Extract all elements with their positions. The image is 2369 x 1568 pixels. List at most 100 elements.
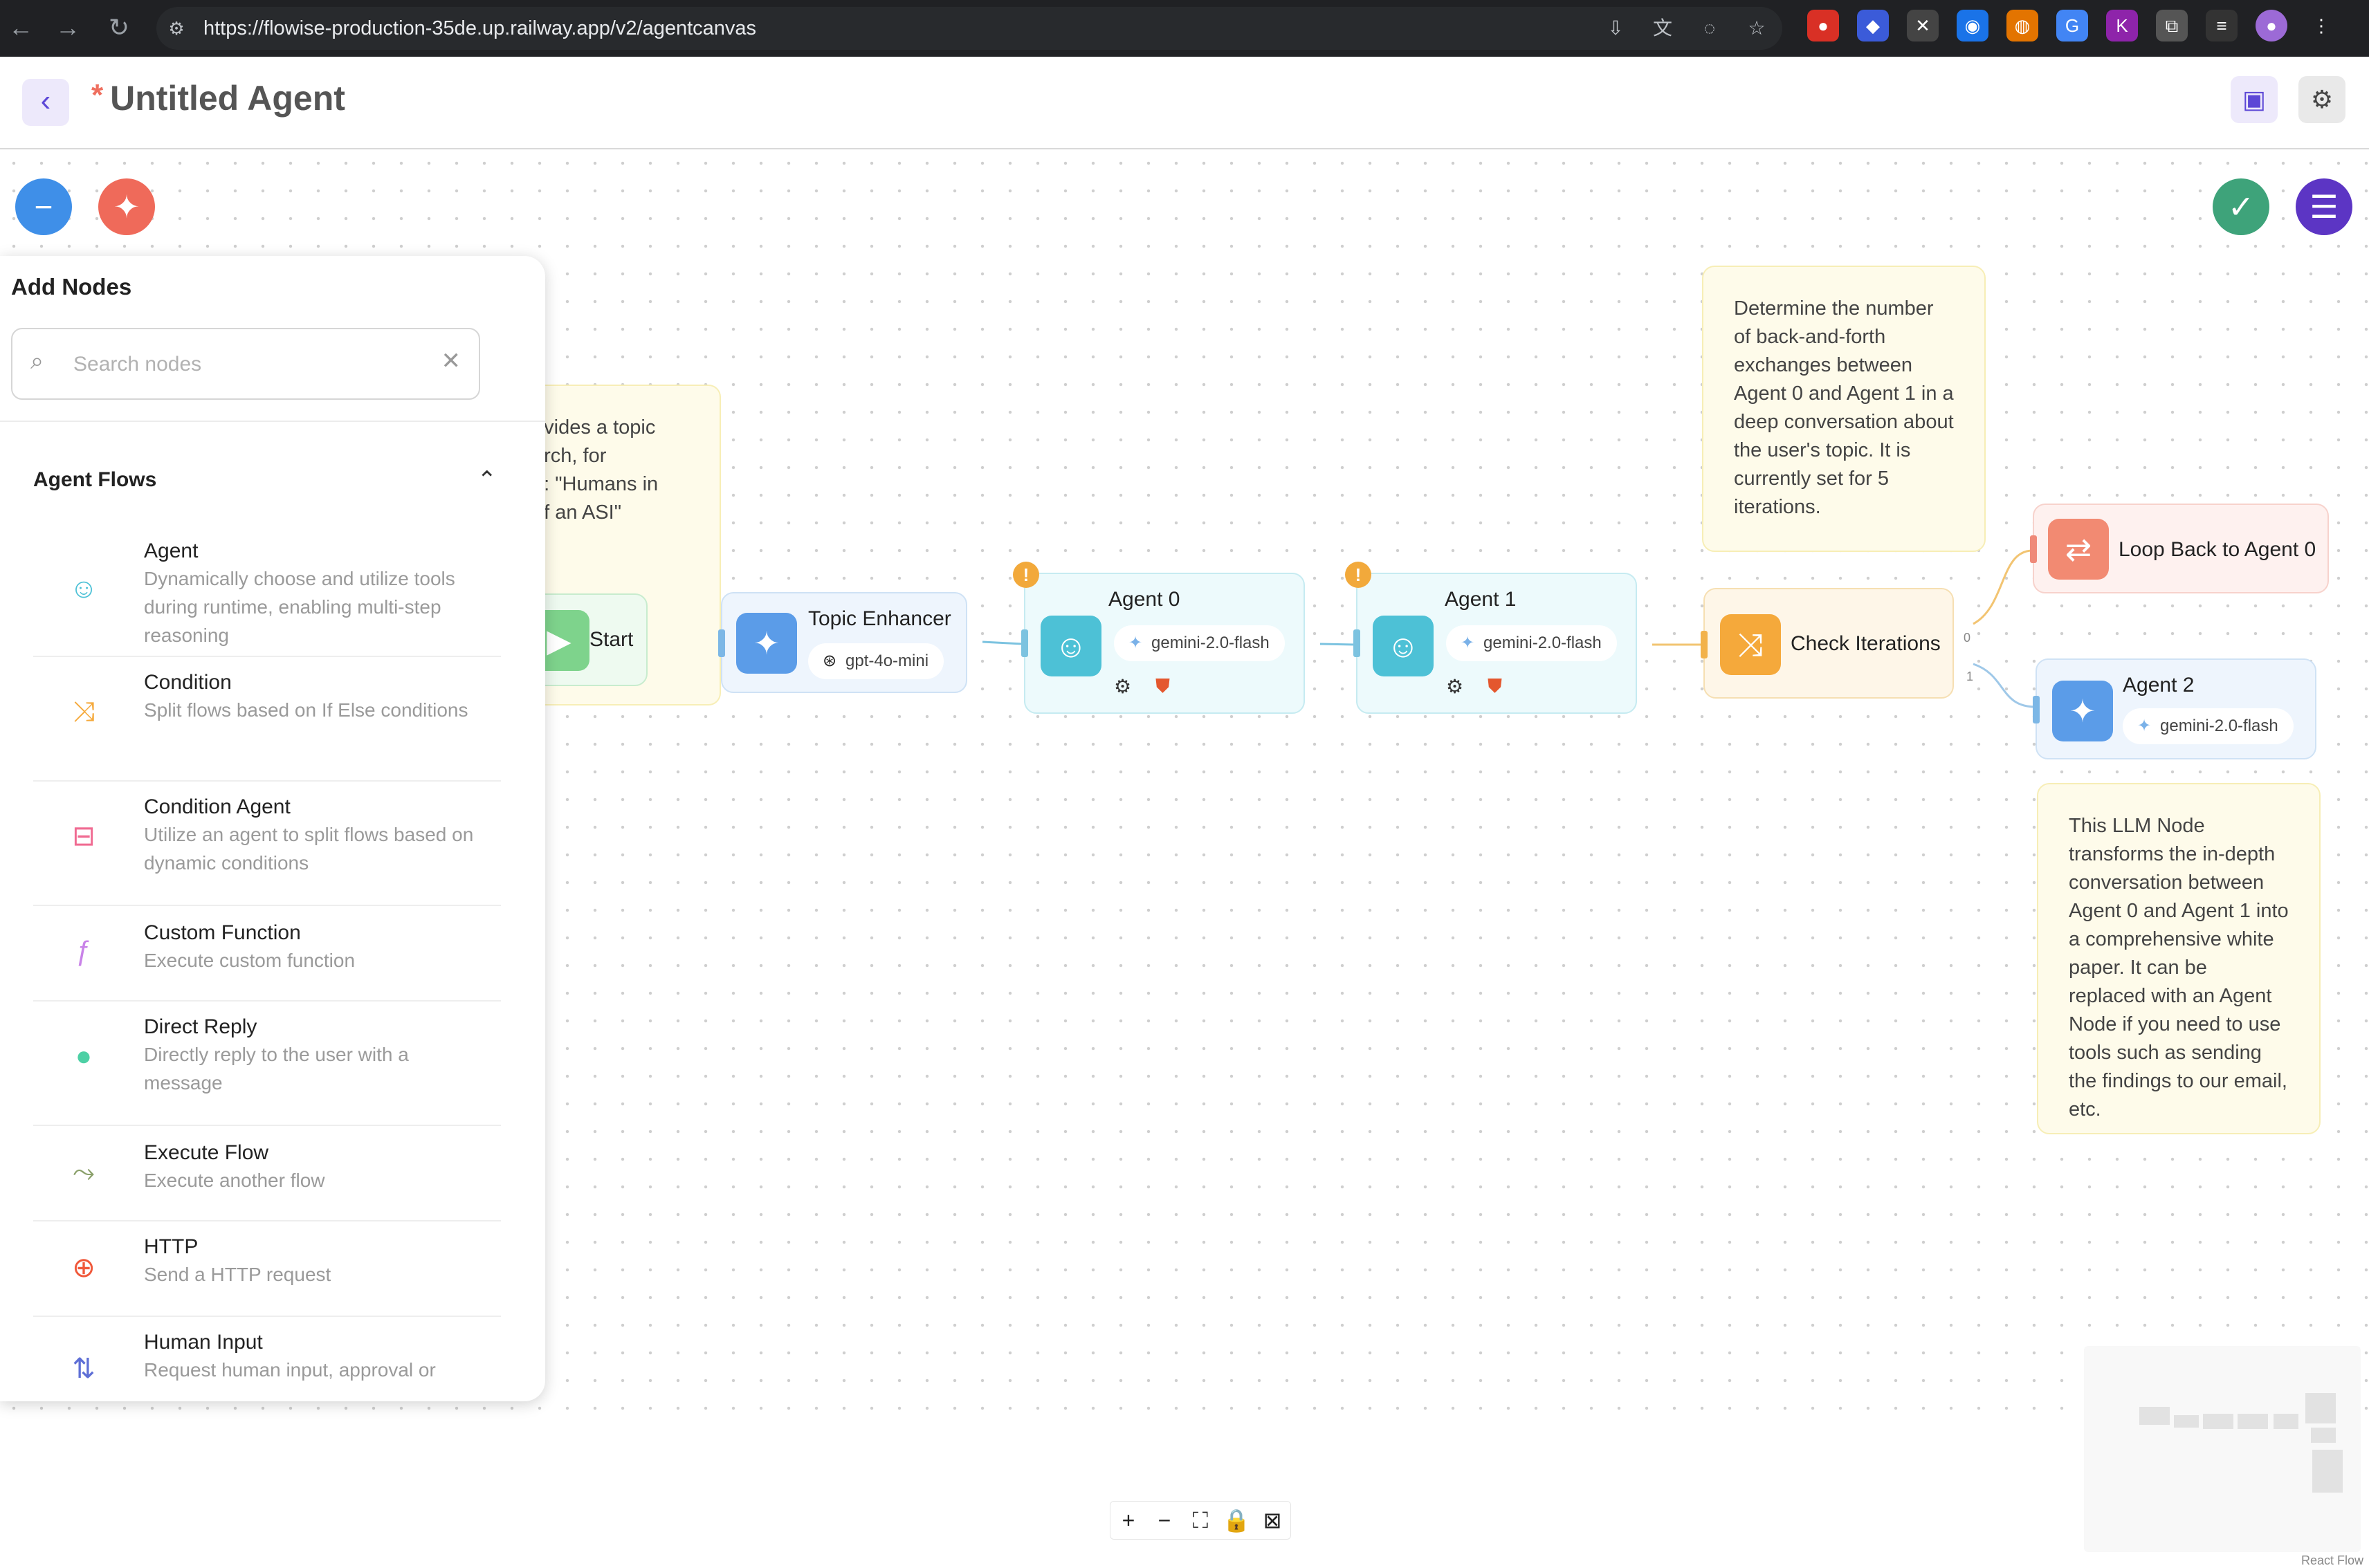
input-handle[interactable]	[2033, 696, 2040, 723]
zoom-in-icon[interactable]: +	[1110, 1502, 1146, 1539]
media-icon[interactable]: ≡	[2206, 10, 2238, 41]
flow-icon: ⤳	[73, 1157, 95, 1188]
node-item-direct-reply[interactable]: ● Direct Reply Directly reply to the use…	[33, 1000, 501, 1126]
translate-icon[interactable]: 文	[1649, 15, 1676, 41]
back-arrow-icon[interactable]: ←	[1, 8, 40, 47]
brave-icon: ⛊	[1488, 675, 1503, 697]
sticky-note-llm[interactable]: This LLM Node transforms the in-depth co…	[2037, 783, 2321, 1134]
node-item-desc: Execute another flow	[144, 1170, 325, 1191]
search-icon: ⌕	[30, 348, 44, 374]
canvas-controls: + − ⛶ 🔒 ⊠	[1110, 1501, 1291, 1540]
collapse-panel-button[interactable]: −	[15, 178, 72, 235]
warning-badge[interactable]: !	[1013, 562, 1039, 588]
agent-flows-group-header[interactable]: Agent Flows ⌃	[33, 462, 497, 498]
address-bar[interactable]: ⚙ https://flowise-production-35de.up.rai…	[156, 7, 1782, 50]
globe-icon: ⊕	[72, 1253, 95, 1283]
loop-icon: ⇄	[2048, 519, 2109, 580]
node-item-condition-agent[interactable]: ⊟ Condition Agent Utilize an agent to sp…	[33, 780, 501, 906]
sparkle-icon: ✦	[2052, 681, 2113, 741]
minimap[interactable]	[2084, 1346, 2361, 1552]
more-menu-icon[interactable]: ⋮	[2305, 10, 2337, 41]
browser-toolbar: ← → ↻ ⚙ https://flowise-production-35de.…	[0, 0, 2369, 57]
node-title: Agent 2	[2123, 674, 2195, 697]
topic-enhancer-node[interactable]: ✦ Topic Enhancer ⊛ gpt-4o-mini	[718, 592, 967, 693]
extension-icon[interactable]: ●	[1807, 10, 1839, 41]
edge-topic-agent0	[982, 640, 1023, 645]
bookmark-star-icon[interactable]: ☆	[1744, 15, 1770, 41]
chevron-up-icon[interactable]: ⌃	[477, 462, 497, 498]
forward-arrow-icon[interactable]: →	[48, 8, 87, 47]
node-item-desc: Send a HTTP request	[144, 1264, 331, 1285]
sticky-note-iterations[interactable]: Determine the number of back-and-forth e…	[1702, 266, 1986, 552]
node-title: Agent 1	[1445, 588, 1517, 611]
back-button[interactable]: ‹	[22, 79, 69, 126]
input-handle[interactable]	[718, 629, 725, 657]
extension-icon[interactable]: ✕	[1907, 10, 1939, 41]
node-item-http[interactable]: ⊕ HTTP Send a HTTP request	[33, 1220, 501, 1317]
warning-badge[interactable]: !	[1345, 562, 1371, 588]
gemini-icon: ✦	[1460, 634, 1475, 652]
lock-icon[interactable]: 🔒	[1218, 1502, 1254, 1539]
extension-icon[interactable]: ◆	[1857, 10, 1889, 41]
node-item-name: Condition Agent	[144, 795, 291, 818]
site-settings-icon[interactable]: ⚙	[163, 15, 190, 41]
extension-icon[interactable]: G	[2056, 10, 2088, 41]
reload-icon[interactable]: ↻	[100, 8, 138, 47]
chat-button[interactable]: ☰	[2296, 178, 2352, 235]
generate-flow-button[interactable]: ✦	[98, 178, 155, 235]
search-input[interactable]	[72, 349, 407, 380]
flow-title[interactable]: Untitled Agent	[110, 79, 345, 118]
divider	[0, 421, 545, 422]
puzzle-icon[interactable]: ⧉	[2156, 10, 2188, 41]
node-item-custom-function[interactable]: ƒ Custom Function Execute custom functio…	[33, 905, 501, 1002]
input-handle[interactable]	[1701, 631, 1708, 658]
tool-icon: ⚙	[1446, 676, 1464, 697]
extension-icon[interactable]: ◉	[1957, 10, 1988, 41]
node-item-name: Direct Reply	[144, 1015, 257, 1038]
fit-view-icon[interactable]: ⛶	[1182, 1502, 1218, 1539]
agent-0-node[interactable]: ! ☺ Agent 0 ✦ gemini-2.0-flash ⚙ ⛊	[1013, 562, 1305, 714]
search-box[interactable]: ⌕ ✕	[11, 328, 480, 400]
input-handle[interactable]	[1021, 629, 1028, 657]
input-handle[interactable]	[2030, 535, 2037, 563]
node-title: Agent 0	[1108, 588, 1180, 611]
url-text[interactable]: https://flowise-production-35de.up.railw…	[203, 17, 756, 40]
node-title: Start	[589, 628, 634, 651]
check-iterations-node[interactable]: ⤨ Check Iterations	[1701, 588, 1954, 699]
node-item-agent[interactable]: ☺ Agent Dynamically choose and utilize t…	[33, 533, 501, 657]
node-title: Check Iterations	[1791, 632, 1941, 655]
extension-icon[interactable]: K	[2106, 10, 2138, 41]
node-item-name: Agent	[144, 539, 199, 562]
node-item-execute-flow[interactable]: ⤳ Execute Flow Execute another flow	[33, 1125, 501, 1221]
node-item-desc: Utilize an agent to split flows based on…	[144, 824, 474, 874]
install-app-icon[interactable]: ⇩	[1602, 15, 1629, 41]
page-title[interactable]: * Untitled Agent	[91, 78, 345, 118]
snap-grid-icon[interactable]: ⊠	[1254, 1502, 1290, 1539]
zoom-out-icon[interactable]: −	[1146, 1502, 1182, 1539]
brave-icon: ⛊	[1155, 675, 1171, 697]
node-item-condition[interactable]: ⤨ Condition Split flows based on If Else…	[33, 656, 501, 782]
agent-2-node[interactable]: ✦ Agent 2 ✦ gemini-2.0-flash	[2033, 658, 2316, 759]
edge-label-0: 0	[1964, 631, 1971, 645]
validate-flow-button[interactable]: ✓	[2213, 178, 2269, 235]
add-nodes-panel: Add Nodes ⌕ ✕ Agent Flows ⌃ ☺ Agent Dyna…	[0, 256, 545, 1401]
input-handle[interactable]	[1353, 629, 1360, 657]
extension-icon[interactable]: ◍	[2006, 10, 2038, 41]
edge-check-loop	[1973, 549, 2033, 625]
app-header: ‹ * Untitled Agent ▣ ⚙	[0, 57, 2369, 149]
model-pill: ✦ gemini-2.0-flash	[1114, 625, 1285, 661]
settings-button[interactable]: ⚙	[2298, 76, 2345, 123]
clear-search-icon[interactable]: ✕	[441, 347, 461, 375]
model-pill: ✦ gemini-2.0-flash	[2123, 708, 2294, 744]
react-flow-attribution[interactable]: React Flow	[2301, 1553, 2363, 1568]
openai-icon: ⊛	[822, 652, 837, 670]
save-button[interactable]: ▣	[2231, 76, 2278, 123]
chat-bubble-icon: ●	[75, 1041, 93, 1071]
eye-off-icon[interactable]: ◌	[1696, 15, 1723, 41]
node-item-name: Human Input	[144, 1331, 263, 1354]
node-item-name: HTTP	[144, 1235, 199, 1258]
node-item-human-input[interactable]: ⇅ Human Input Request human input, appro…	[33, 1316, 501, 1401]
agent-1-node[interactable]: ! ☺ Agent 1 ✦ gemini-2.0-flash ⚙ ⛊	[1345, 562, 1637, 714]
loop-back-node[interactable]: ⇄ Loop Back to Agent 0	[2030, 504, 2329, 593]
profile-avatar[interactable]: ●	[2256, 10, 2287, 41]
